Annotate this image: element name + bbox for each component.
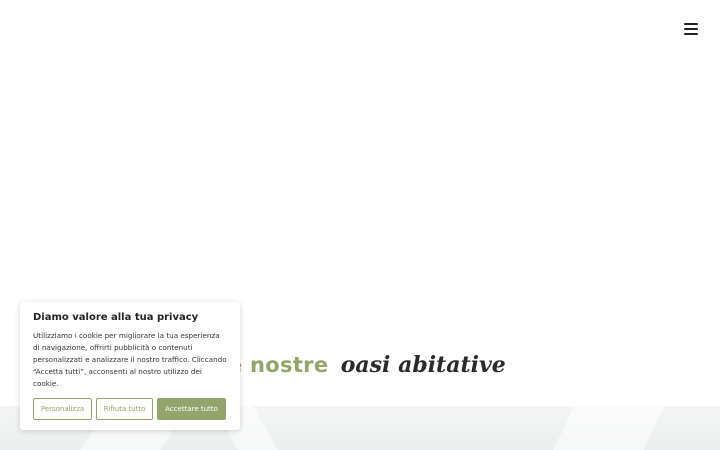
cookie-banner-text: Utilizziamo i cookie per migliorare la t… bbox=[33, 331, 227, 388]
cookie-consent-banner: Diamo valore alla tua privacy Utilizziam… bbox=[20, 302, 240, 430]
reject-all-button[interactable]: Rifiuta tutto bbox=[96, 398, 153, 420]
menu-line bbox=[684, 32, 698, 35]
decorative-shape bbox=[546, 406, 664, 450]
hamburger-menu-icon[interactable] bbox=[684, 23, 698, 35]
accept-all-button[interactable]: Accettare tutto bbox=[157, 398, 226, 420]
cookie-banner-actions: Personalizza Rifiuta tutto Accettare tut… bbox=[33, 398, 226, 420]
menu-line bbox=[684, 23, 698, 26]
cookie-banner-title: Diamo valore alla tua privacy bbox=[33, 312, 199, 323]
section-title-script: oasi abitative bbox=[340, 352, 506, 378]
customize-button[interactable]: Personalizza bbox=[33, 398, 92, 420]
menu-line bbox=[684, 27, 698, 31]
